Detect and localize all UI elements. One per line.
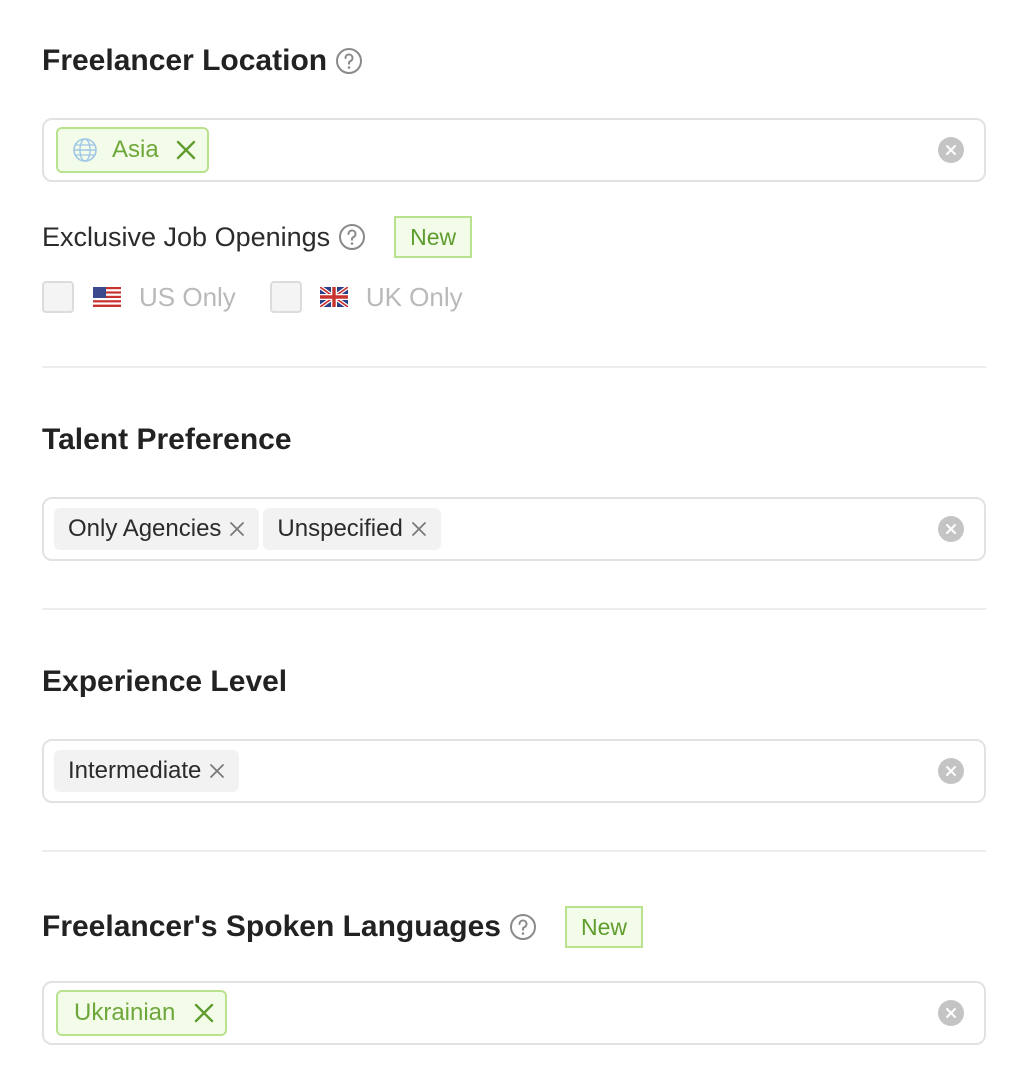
us-flag-icon <box>93 287 121 307</box>
divider <box>42 608 986 610</box>
new-badge: New <box>394 216 473 258</box>
globe-icon <box>72 137 98 163</box>
us-only-checkbox[interactable] <box>42 281 74 313</box>
experience-tag-intermediate: Intermediate <box>54 750 240 792</box>
clear-icon[interactable] <box>938 1000 964 1026</box>
remove-tag-icon[interactable] <box>175 139 197 161</box>
new-badge: New <box>564 906 643 948</box>
spoken-languages-select[interactable]: Ukrainian <box>42 981 986 1045</box>
clear-icon[interactable] <box>938 137 964 163</box>
language-tag-ukrainian: Ukrainian <box>56 990 228 1036</box>
uk-flag-icon <box>319 287 348 307</box>
location-tag-asia: Asia <box>56 127 209 173</box>
talent-tag-only-agencies: Only Agencies <box>54 508 260 550</box>
talent-tag-unspecified: Unspecified <box>263 508 441 550</box>
clear-icon[interactable] <box>938 758 964 784</box>
remove-tag-icon[interactable] <box>411 521 427 537</box>
remove-tag-icon[interactable] <box>209 763 225 779</box>
help-icon[interactable] <box>509 913 537 941</box>
exclusive-jobs-header: Exclusive Job Openings New <box>42 216 473 258</box>
spoken-languages-title: Freelancer's Spoken Languages New <box>42 906 643 948</box>
uk-only-checkbox[interactable] <box>269 281 302 313</box>
freelancer-location-select[interactable]: Asia <box>42 118 986 182</box>
remove-tag-icon[interactable] <box>193 1002 215 1024</box>
remove-tag-icon[interactable] <box>229 521 245 537</box>
exclusive-jobs-options: US Only UK Only <box>42 281 463 313</box>
talent-preference-title: Talent Preference <box>42 423 292 456</box>
experience-level-select[interactable]: Intermediate <box>42 739 986 803</box>
help-icon[interactable] <box>335 47 363 75</box>
divider <box>42 366 986 368</box>
uk-only-label: UK Only <box>365 281 463 312</box>
help-icon[interactable] <box>338 223 366 251</box>
us-only-label: US Only <box>139 281 236 312</box>
freelancer-location-title: Freelancer Location <box>42 44 363 78</box>
experience-level-title: Experience Level <box>42 665 288 698</box>
divider <box>42 850 986 852</box>
clear-icon[interactable] <box>938 516 964 542</box>
talent-preference-select[interactable]: Only Agencies Unspecified <box>42 497 986 561</box>
